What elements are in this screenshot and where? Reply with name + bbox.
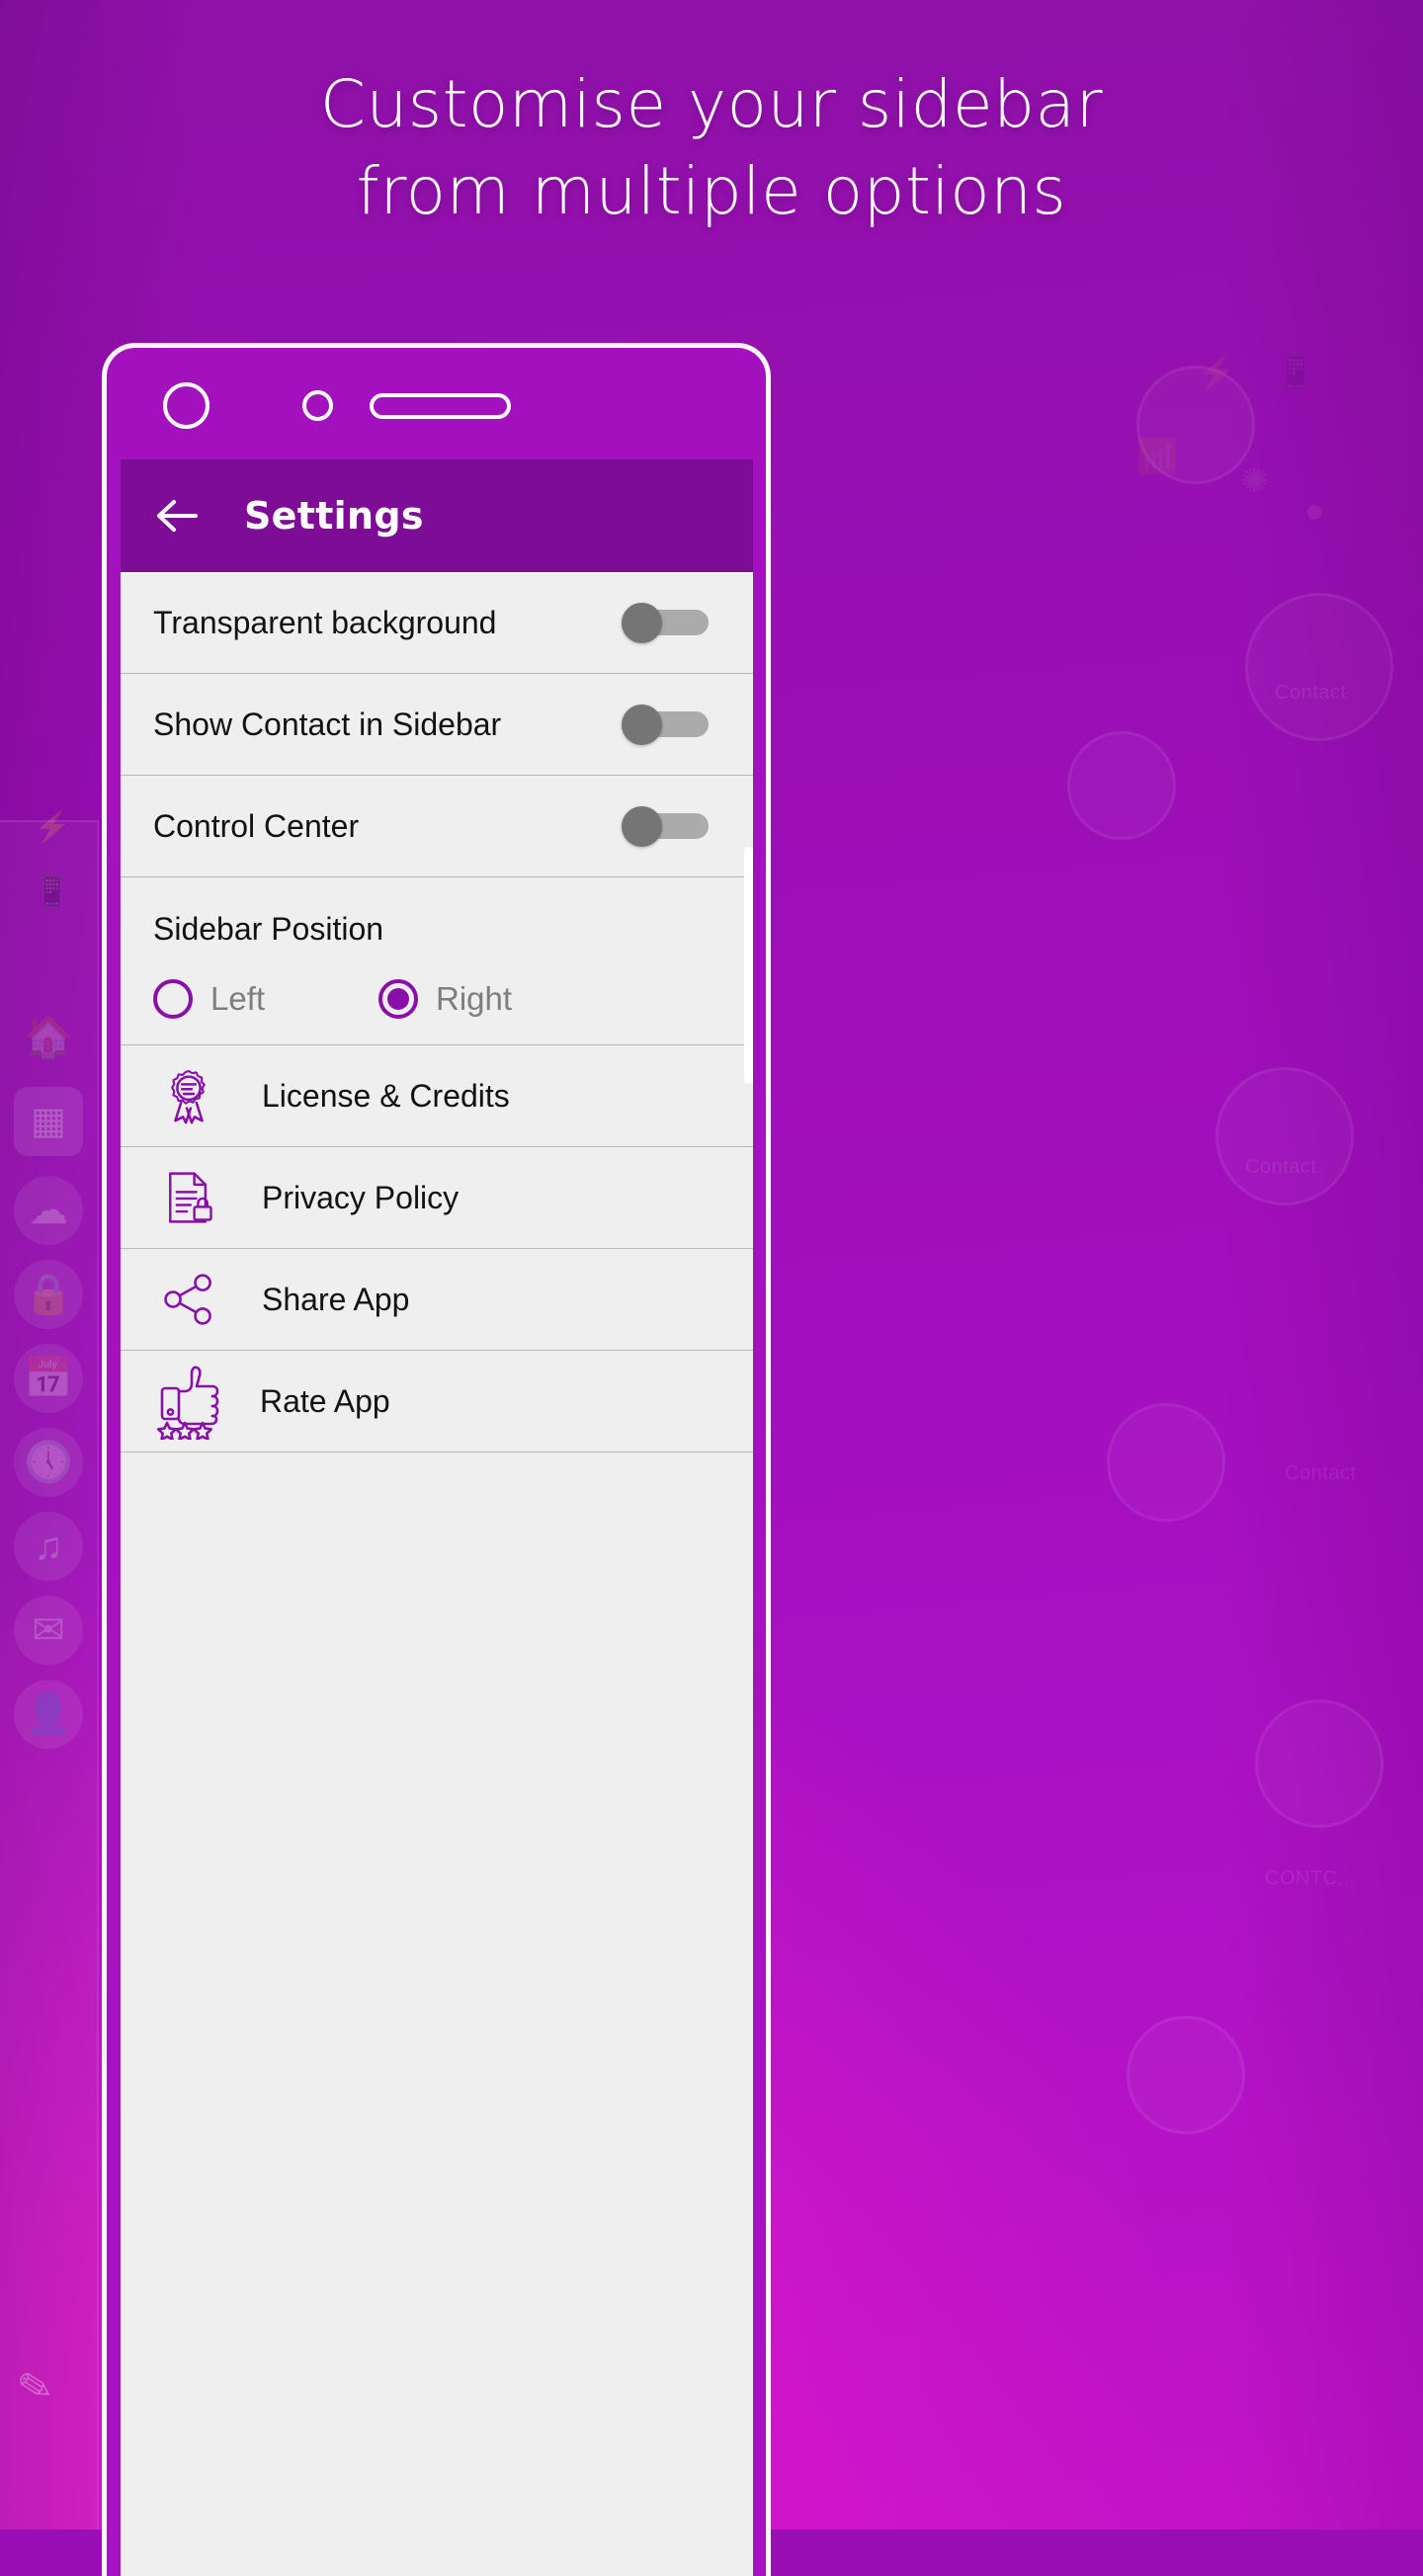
menu-item-label: Rate App bbox=[260, 1382, 390, 1419]
decor-bluetooth-icon: ✺ bbox=[1240, 462, 1269, 500]
menu-item-label: License & Credits bbox=[262, 1077, 510, 1114]
page-headline: Customise your sidebar from multiple opt… bbox=[0, 61, 1423, 235]
sidebar-position-section: Sidebar Position Left Right bbox=[121, 877, 753, 1045]
sensor-icon bbox=[302, 390, 333, 421]
menu-item-license-credits[interactable]: License & Credits bbox=[121, 1045, 753, 1147]
radio-label-left: Left bbox=[210, 980, 266, 1017]
decor-home-icon: 🏠 bbox=[24, 1016, 73, 1059]
arrow-left-icon[interactable] bbox=[153, 492, 201, 540]
menu-item-privacy-policy[interactable]: Privacy Policy bbox=[121, 1147, 753, 1249]
sidebar-position-title: Sidebar Position bbox=[153, 911, 384, 947]
camera-icon bbox=[163, 382, 209, 429]
decor-ghost-sidebar bbox=[0, 820, 99, 2530]
decor-contact-label: Contact bbox=[1285, 1462, 1357, 1484]
headline-line-1: Customise your sidebar bbox=[319, 66, 1104, 142]
setting-label: Control Center bbox=[153, 807, 360, 844]
document-lock-icon bbox=[153, 1162, 224, 1233]
decor-bubble bbox=[1215, 1067, 1354, 1205]
scrollbar-thumb[interactable] bbox=[744, 847, 753, 1084]
radio-selected-dot bbox=[387, 988, 409, 1010]
radio-option-right[interactable]: Right bbox=[378, 979, 512, 1019]
speaker-grille bbox=[370, 393, 511, 419]
menu-item-label: Share App bbox=[262, 1281, 410, 1317]
decor-apps-grid-icon: ▦ bbox=[14, 1087, 83, 1156]
toggle-control-center[interactable] bbox=[622, 806, 709, 847]
menu-item-rate-app[interactable]: Rate App bbox=[121, 1351, 753, 1453]
radio-circle-right[interactable] bbox=[378, 979, 418, 1019]
decor-contact-label: Contact bbox=[1245, 1156, 1317, 1178]
decor-bubble bbox=[1127, 2016, 1245, 2134]
app-bar: Settings bbox=[121, 459, 753, 572]
decor-music-icon: ♫ bbox=[14, 1512, 83, 1581]
radio-circle-left[interactable] bbox=[153, 979, 193, 1019]
phone-top-bezel bbox=[107, 348, 766, 459]
decor-flash-off-icon: ⚡ bbox=[1196, 354, 1238, 391]
decor-lock-icon: 🔒 bbox=[14, 1260, 83, 1329]
decor-clock-icon: 🕔 bbox=[14, 1428, 83, 1497]
toggle-thumb bbox=[622, 806, 662, 847]
decor-vibrate-icon: 📱 bbox=[34, 874, 71, 908]
decor-calendar-icon: 📅 bbox=[14, 1344, 83, 1413]
decor-bubble bbox=[1107, 1403, 1225, 1522]
decor-contacts-icon: 👤 bbox=[14, 1680, 83, 1749]
radio-label-right: Right bbox=[436, 980, 513, 1017]
decor-battery-icon: ● bbox=[1304, 492, 1325, 530]
setting-label: Show Contact in Sidebar bbox=[153, 706, 502, 742]
decor-contact-label: Contact bbox=[1275, 682, 1347, 704]
setting-row-transparent-background[interactable]: Transparent background bbox=[121, 572, 753, 674]
sidebar-position-radio-group: Left Right bbox=[153, 948, 720, 1044]
decor-bubble bbox=[1255, 1700, 1383, 1828]
toggle-thumb bbox=[622, 705, 662, 745]
decor-cloud-icon: ☁ bbox=[14, 1176, 83, 1245]
menu-item-label: Privacy Policy bbox=[262, 1179, 460, 1215]
thumbs-up-stars-icon bbox=[153, 1366, 238, 1440]
decor-phone-icon: 📱 bbox=[1275, 354, 1317, 391]
setting-row-show-contact-in-sidebar[interactable]: Show Contact in Sidebar bbox=[121, 674, 753, 776]
menu-item-share-app[interactable]: Share App bbox=[121, 1249, 753, 1351]
decor-bubble bbox=[1067, 731, 1176, 840]
toggle-show-contact-in-sidebar[interactable] bbox=[622, 705, 709, 745]
award-ribbon-icon bbox=[153, 1060, 224, 1131]
toggle-transparent-background[interactable] bbox=[622, 603, 709, 643]
decor-wifi-icon: 📶 bbox=[1136, 438, 1179, 475]
app-screen: Settings Transparent background Show Con… bbox=[121, 459, 753, 2576]
decor-flash-icon: ⚡ bbox=[34, 810, 71, 844]
setting-label: Transparent background bbox=[153, 604, 497, 640]
phone-mockup: Settings Transparent background Show Con… bbox=[102, 343, 771, 2576]
decor-mail-icon: ✉ bbox=[14, 1596, 83, 1665]
share-nodes-icon bbox=[153, 1264, 224, 1335]
page-title: Settings bbox=[244, 494, 424, 538]
decor-bubble bbox=[1245, 593, 1393, 741]
setting-row-control-center[interactable]: Control Center bbox=[121, 776, 753, 877]
toggle-thumb bbox=[622, 603, 662, 643]
radio-option-left[interactable]: Left bbox=[153, 979, 378, 1019]
decor-contact-label: CONTC.. bbox=[1265, 1868, 1350, 1889]
headline-line-2: from multiple options bbox=[356, 153, 1067, 229]
